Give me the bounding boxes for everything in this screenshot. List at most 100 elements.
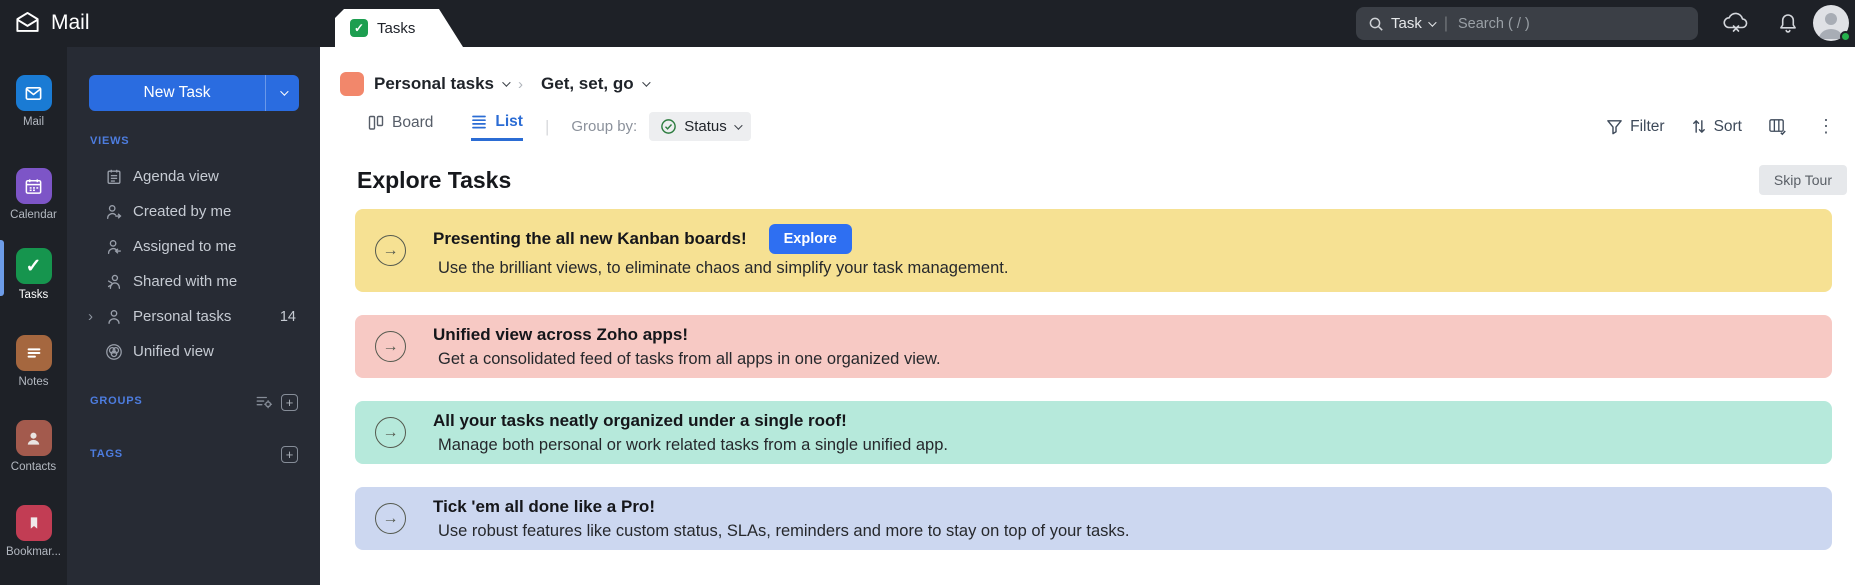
rail-label: Mail: [22, 116, 45, 128]
sidebar-item-created-by-me[interactable]: Created by me: [67, 194, 320, 229]
breadcrumb-view-label: Get, set, go: [541, 74, 634, 93]
filter-button[interactable]: Filter: [1606, 117, 1665, 136]
filter-funnel-icon: [1607, 120, 1622, 135]
sidebar-item-label: Agenda view: [133, 168, 219, 185]
topbar: Mail ✓ Tasks Task |: [0, 0, 1855, 47]
group-by-label: Group by:: [571, 118, 638, 135]
banner-title: All your tasks neatly organized under a …: [433, 410, 847, 430]
more-options-kebab-icon[interactable]: ⋮: [1813, 116, 1839, 137]
arrow-right-icon[interactable]: →: [375, 235, 406, 266]
expand-chevron-icon[interactable]: ›: [88, 308, 93, 325]
banner-subtitle: Manage both personal or work related tas…: [438, 435, 948, 454]
sidebar-item-unified-view[interactable]: Unified view: [67, 334, 320, 369]
chevron-down-icon: [733, 120, 743, 130]
tags-section-label: TAGS: [90, 448, 123, 460]
calendar-icon: [15, 168, 52, 204]
main-content: Personal tasks › Get, set, go Board List…: [320, 47, 1855, 585]
manage-groups-icon[interactable]: [255, 393, 274, 411]
sort-arrows-icon: [1692, 120, 1705, 133]
columns-icon: [1769, 119, 1786, 136]
customize-columns-button[interactable]: [1768, 117, 1787, 136]
tab-list[interactable]: List: [471, 113, 523, 141]
tasks-check-icon: ✓: [350, 19, 368, 37]
toolbar-divider: |: [544, 116, 550, 136]
list-color-swatch: [340, 72, 364, 96]
banner-title: Tick 'em all done like a Pro!: [433, 496, 655, 516]
page-title: Explore Tasks: [357, 166, 512, 193]
add-group-icon[interactable]: +: [281, 393, 298, 411]
search-icon: [1368, 16, 1384, 32]
rail-item-bookmarks[interactable]: Bookmar...: [0, 505, 67, 558]
filter-label: Filter: [1630, 117, 1665, 135]
banner-subtitle: Use robust features like custom status, …: [438, 521, 1130, 540]
cloud-offline-icon[interactable]: [1722, 12, 1750, 34]
chevron-down-icon: [1428, 17, 1437, 27]
banner-single-roof: → All your tasks neatly organized under …: [355, 401, 1832, 464]
group-by-selector[interactable]: Status: [649, 112, 751, 141]
groups-section-label: GROUPS: [90, 395, 143, 407]
search-divider: |: [1443, 14, 1448, 32]
rail-label: Notes: [18, 376, 49, 388]
search-scope-selector[interactable]: Task: [1391, 15, 1437, 32]
explore-button[interactable]: Explore: [768, 223, 852, 254]
view-toolbar: Board List | Group by: Status Filter Sor…: [320, 112, 1855, 141]
rail-label: Calendar: [10, 209, 57, 221]
person-arrow-out-icon: [105, 203, 123, 221]
chevron-down-icon: [502, 78, 511, 87]
rail-label: Contacts: [10, 461, 57, 473]
tab-board[interactable]: Board: [368, 114, 433, 139]
chevron-down-icon: [641, 78, 651, 87]
rail-item-contacts[interactable]: Contacts: [0, 420, 67, 473]
sidebar-item-agenda-view[interactable]: Agenda view: [67, 159, 320, 194]
person-icon: [105, 308, 123, 326]
notifications-bell-icon[interactable]: [1777, 12, 1799, 36]
banner-tick-pro: → Tick 'em all done like a Pro! Use robu…: [355, 487, 1832, 550]
breadcrumb-separator: ›: [518, 75, 524, 93]
rail-label: Bookmar...: [6, 546, 61, 558]
sidebar-item-shared-with-me[interactable]: Shared with me: [67, 264, 320, 299]
breadcrumb-list-label: Personal tasks: [374, 74, 495, 93]
zoho-mail-logo-icon: [14, 9, 41, 36]
rail-item-mail[interactable]: Mail: [0, 75, 67, 128]
online-status-dot: [1840, 31, 1851, 42]
rail-item-calendar[interactable]: Calendar: [0, 168, 67, 221]
chevron-down-icon: [279, 87, 289, 96]
rail-item-tasks[interactable]: ✓ Tasks: [0, 248, 67, 301]
breadcrumb-view[interactable]: Get, set, go: [541, 74, 651, 94]
search-bar[interactable]: Task |: [1356, 7, 1698, 40]
banner-title: Unified view across Zoho apps!: [433, 324, 689, 344]
search-input[interactable]: [1458, 15, 1686, 32]
tasks-sidebar: New Task VIEWS Agenda view Created by me…: [67, 47, 320, 585]
person-arrow-in-icon: [105, 238, 123, 256]
rail-item-notes[interactable]: Notes: [0, 335, 67, 388]
add-tag-icon[interactable]: +: [281, 446, 298, 463]
sidebar-item-label: Assigned to me: [133, 238, 237, 255]
search-scope-value: Task: [1391, 15, 1422, 32]
arrow-right-icon[interactable]: →: [375, 503, 406, 534]
board-icon: [368, 115, 384, 130]
banner-subtitle: Get a consolidated feed of tasks from al…: [438, 349, 941, 368]
sidebar-item-label: Shared with me: [133, 273, 238, 290]
sidebar-item-label: Personal tasks: [133, 308, 232, 325]
tab-tasks[interactable]: ✓ Tasks: [335, 9, 463, 47]
list-icon: [472, 115, 487, 128]
status-check-circle-icon: [661, 119, 677, 134]
arrow-right-icon[interactable]: →: [375, 331, 406, 362]
tour-banners: → Presenting the all new Kanban boards! …: [355, 209, 1832, 550]
breadcrumb-list[interactable]: Personal tasks: [374, 74, 511, 94]
sidebar-item-personal-tasks[interactable]: › Personal tasks 14: [67, 299, 320, 334]
new-task-dropdown[interactable]: [265, 75, 299, 111]
rail-label: Tasks: [18, 289, 49, 301]
skip-tour-button[interactable]: Skip Tour: [1758, 165, 1847, 195]
new-task-button[interactable]: New Task: [89, 75, 299, 111]
mail-icon: [15, 75, 52, 111]
personal-tasks-count: 14: [279, 308, 296, 325]
banner-unified-view: → Unified view across Zoho apps! Get a c…: [355, 315, 1832, 378]
tasks-icon: ✓: [15, 248, 52, 284]
sidebar-item-label: Created by me: [133, 203, 232, 220]
sidebar-item-assigned-to-me[interactable]: Assigned to me: [67, 229, 320, 264]
bookmark-icon: [15, 505, 52, 541]
app-rail: Mail Calendar ✓ Tasks Notes Contacts Boo…: [0, 47, 67, 585]
sort-button[interactable]: Sort: [1691, 118, 1742, 136]
arrow-right-icon[interactable]: →: [375, 417, 406, 448]
